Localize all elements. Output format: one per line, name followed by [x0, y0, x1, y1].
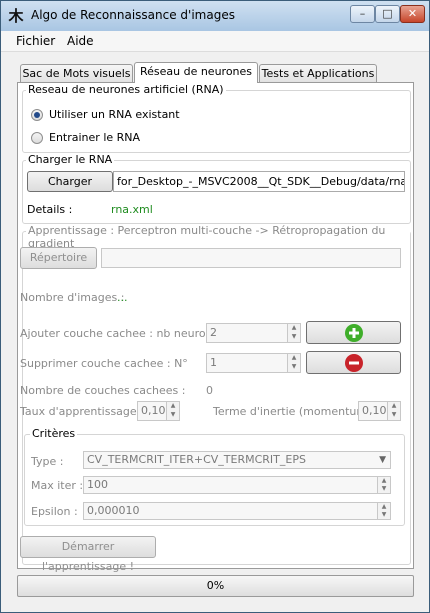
directory-button[interactable]: Répertoire [20, 247, 97, 269]
rna-group: Reseau de neurones artificiel (RNA) Util… [22, 83, 411, 153]
momentum-spin-arrows[interactable]: ▲ ▼ [387, 402, 400, 420]
learning-group: Apprentissage : Perceptron multi-couche … [20, 224, 411, 573]
load-button[interactable]: Charger [27, 171, 113, 192]
menu-bar: Fichier Aide [1, 31, 429, 52]
directory-field[interactable] [101, 248, 401, 268]
remove-layer-value: 1 [210, 356, 217, 369]
load-group: Charger le RNA Charger for_Desktop_-_MSV… [22, 153, 411, 224]
momentum-value: 0,10 [362, 404, 387, 417]
tab-sac-de-mots[interactable]: Sac de Mots visuels [20, 64, 133, 82]
main-content: Sac de Mots visuels Réseau de neurones T… [1, 52, 429, 612]
minimize-button[interactable]: – [350, 5, 375, 23]
tab-tests-applications[interactable]: Tests et Applications [259, 64, 377, 82]
type-select[interactable]: CV_TERMCRIT_ITER+CV_TERMCRIT_EPS ▼ [83, 451, 391, 469]
momentum-label: Terme d'inertie (momentum) : [213, 405, 379, 418]
menu-fichier[interactable]: Fichier [16, 34, 55, 48]
app-logo-icon: ⽊ [8, 7, 24, 25]
tab-reseau-de-neurones[interactable]: Réseau de neurones [134, 62, 258, 83]
criteria-group: Critères Type : CV_TERMCRIT_ITER+CV_TERM… [24, 427, 405, 526]
maxiter-spinbox[interactable]: 100 ▲ ▼ [83, 476, 391, 494]
add-layer-label: Ajouter couche cachee : nb neurones [20, 327, 226, 340]
epsilon-label: Epsilon : [31, 505, 78, 518]
rna-path-field[interactable]: for_Desktop_-_MSVC2008__Qt_SDK__Debug/da… [113, 171, 405, 192]
minus-icon [344, 354, 363, 372]
momentum-spinbox[interactable]: 0,10 ▲ ▼ [358, 401, 401, 421]
maxiter-spin-arrows[interactable]: ▲ ▼ [377, 477, 390, 493]
radio-train-label: Entrainer le RNA [49, 131, 141, 144]
remove-layer-label: Supprimer couche cachee : N° [20, 357, 188, 370]
add-layer-spinbox[interactable]: 2 ▲ ▼ [206, 323, 301, 343]
add-layer-value: 2 [210, 326, 217, 339]
remove-layer-button[interactable] [306, 351, 401, 374]
details-value: rna.xml [111, 203, 153, 216]
maxiter-value: 100 [87, 478, 108, 491]
tab-panel: Reseau de neurones artificiel (RNA) Util… [17, 82, 414, 573]
close-button[interactable]: ✕ [400, 5, 425, 23]
image-count-value: ... [117, 291, 128, 304]
title-bar: ⽊ Algo de Reconnaissance d'images – □ ✕ [1, 1, 429, 31]
add-layer-spin-arrows[interactable]: ▲ ▼ [287, 324, 300, 342]
chevron-down-icon: ▼ [379, 455, 386, 465]
window-title: Algo de Reconnaissance d'images [31, 8, 235, 22]
load-group-title: Charger le RNA [26, 153, 115, 166]
epsilon-spin-arrows[interactable]: ▲ ▼ [377, 503, 390, 519]
epsilon-value: 0,000010 [87, 504, 140, 517]
image-count-label: Nombre d'images : [20, 291, 125, 304]
radio-train[interactable] [31, 132, 43, 144]
epsilon-spinbox[interactable]: 0,000010 ▲ ▼ [83, 502, 391, 520]
progress-text: 0% [206, 579, 225, 592]
rate-label: Taux d'apprentissage : [20, 405, 144, 418]
rate-spin-arrows[interactable]: ▲ ▼ [166, 402, 179, 420]
menu-aide[interactable]: Aide [67, 34, 94, 48]
remove-layer-spinbox[interactable]: 1 ▲ ▼ [206, 353, 301, 373]
radio-use-existing[interactable] [31, 109, 43, 121]
details-label: Details : [27, 203, 73, 216]
maximize-button[interactable]: □ [375, 5, 400, 23]
remove-layer-spin-arrows[interactable]: ▲ ▼ [287, 354, 300, 372]
plus-icon [344, 324, 363, 342]
criteria-title: Critères [30, 427, 78, 440]
maxiter-label: Max iter : [31, 479, 84, 492]
rna-group-title: Reseau de neurones artificiel (RNA) [26, 83, 226, 96]
layer-count-value: 0 [206, 384, 213, 397]
main-window: ⽊ Algo de Reconnaissance d'images – □ ✕ … [0, 0, 430, 613]
start-training-button[interactable]: Démarrer l'apprentissage ! [20, 536, 156, 573]
add-layer-button[interactable] [306, 321, 401, 344]
type-label: Type : [31, 455, 64, 468]
radio-use-existing-label: Utiliser un RNA existant [49, 108, 180, 121]
type-select-value: CV_TERMCRIT_ITER+CV_TERMCRIT_EPS [87, 453, 306, 466]
rate-spinbox[interactable]: 0,10 ▲ ▼ [137, 401, 180, 421]
rate-value: 0,10 [141, 404, 166, 417]
layer-count-label: Nombre de couches cachees : [20, 384, 186, 397]
progress-bar: 0% [17, 575, 414, 597]
